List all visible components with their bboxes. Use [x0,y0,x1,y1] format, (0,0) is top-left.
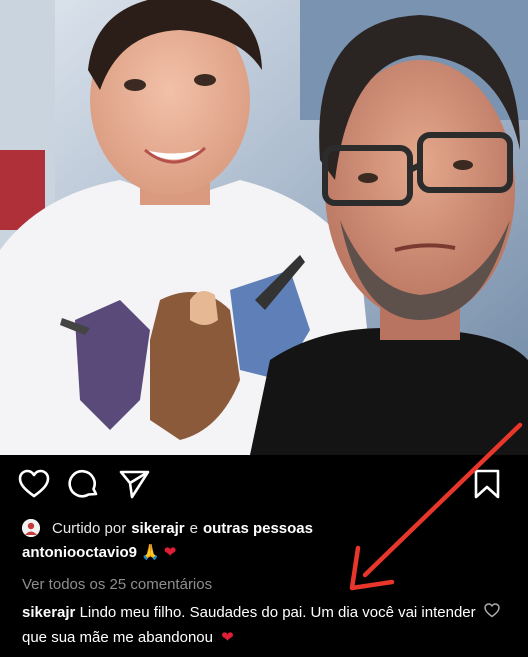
comment-heart-emoji: ❤ [221,628,234,646]
liked-by-prefix: Curtido por [52,519,127,537]
comment-item: sikerajr Lindo meu filho. Saudades do pa… [22,601,482,650]
caption: antoniooctavio9 🙏 ❤ [22,543,176,561]
heart-outline-icon[interactable] [484,603,500,623]
action-bar [0,455,528,515]
bookmark-icon[interactable] [474,469,500,504]
heart-emoji: ❤ [163,543,177,561]
pray-emoji: 🙏 [141,543,160,561]
liked-by-others-link[interactable]: outras pessoas [203,520,313,537]
post-feed: Curtido por sikerajr e outras pessoas an… [0,455,528,657]
comment-icon[interactable] [68,468,100,505]
comment-username-link[interactable]: sikerajr [22,604,75,621]
comment-text: Lindo meu filho. Saudades do pai. Um dia… [22,604,476,646]
liker-avatar[interactable] [22,519,40,537]
paper-plane-icon[interactable] [118,469,150,504]
heart-icon[interactable] [18,469,50,504]
post-photo[interactable] [0,0,528,455]
view-all-comments-link[interactable]: Ver todos os 25 comentários [22,576,212,593]
post-image [0,0,528,455]
liked-by-conjunction: e [189,519,198,537]
liked-by-user-link[interactable]: sikerajr [131,520,184,537]
liked-by-row[interactable]: Curtido por sikerajr e outras pessoas [22,517,313,539]
caption-username-link[interactable]: antoniooctavio9 [22,544,137,561]
